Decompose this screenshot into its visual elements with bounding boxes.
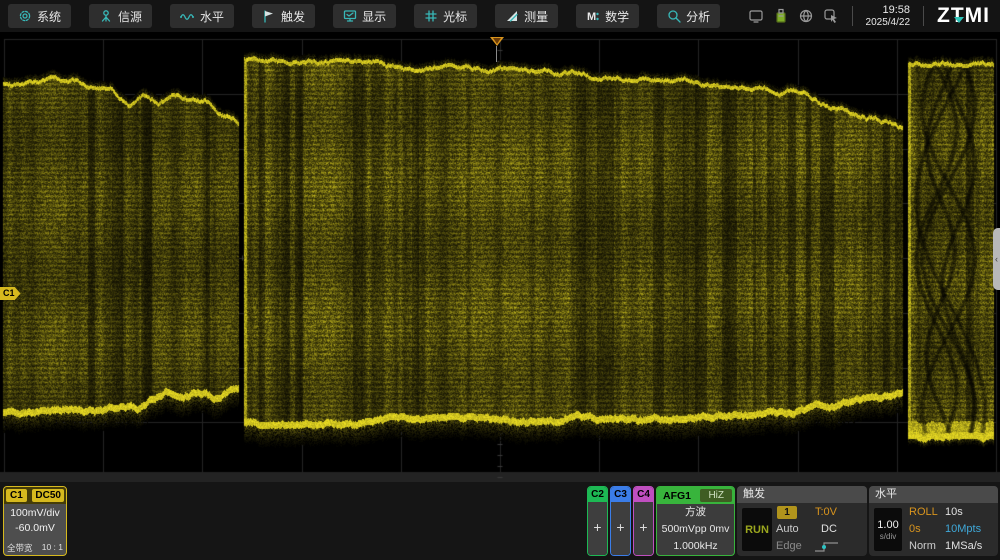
- topbar-divider: [923, 6, 924, 26]
- display-icon: [343, 9, 357, 23]
- trigger-title: 触发: [737, 486, 867, 503]
- menu-measure-button[interactable]: 测量: [495, 4, 558, 28]
- channel1-scale: 100mV/div: [4, 507, 66, 519]
- trigger-box[interactable]: 触发 RUN 1 T:0V Auto DC Edge: [737, 486, 867, 556]
- top-menu-bar: 系统 信源 水平 触发 显示: [0, 0, 1000, 32]
- channel3-box[interactable]: C3 +: [610, 486, 631, 556]
- afg-offset: 0mv: [710, 523, 730, 535]
- screen-status-icon[interactable]: [748, 8, 764, 24]
- svg-text:M: M: [587, 11, 596, 23]
- acquisition-mode: Norm: [909, 540, 936, 552]
- horizontal-scale-unit: s/div: [880, 532, 896, 541]
- menu-source-button[interactable]: 信源: [89, 4, 152, 28]
- channel3-label: C3: [611, 487, 630, 502]
- probe-icon: [99, 9, 113, 23]
- waveform-area: C1 ‹: [0, 32, 1000, 482]
- sample-rate: 1MSa/s: [945, 540, 982, 552]
- oscilloscope-app: 系统 信源 水平 触发 显示: [0, 0, 1000, 560]
- topbar-divider: [852, 6, 853, 26]
- menu-math-button[interactable]: M 数学: [576, 4, 639, 28]
- menu-trigger-button[interactable]: 触发: [252, 4, 315, 28]
- magnifier-icon: [667, 9, 681, 23]
- bottom-status-bar: C1 DC50 100mV/div -60.0mV 全带宽 10 : 1 C2 …: [0, 482, 1000, 560]
- channel1-header: C1 DC50: [4, 487, 66, 504]
- gear-icon: [18, 9, 32, 23]
- menu-label: 数学: [605, 8, 629, 25]
- channel2-box[interactable]: C2 +: [587, 486, 608, 556]
- touch-status-icon[interactable]: [823, 8, 839, 24]
- channel4-label: C4: [634, 487, 653, 502]
- channel1-label: C1: [6, 489, 27, 502]
- horizontal-box[interactable]: 水平 1.00 s/div ROLL 10s 0s 10Mpts Norm 1M…: [869, 486, 998, 556]
- afg-label: AFG1: [657, 490, 700, 502]
- channel4-add-button[interactable]: +: [634, 502, 653, 555]
- afg-amplitude-offset: 500mVpp 0mv: [657, 521, 734, 538]
- menu-analysis-button[interactable]: 分析: [657, 4, 720, 28]
- trigger-level: T:0V: [815, 506, 837, 518]
- menu-label: 测量: [524, 8, 548, 25]
- channel1-coupling-badge: DC50: [32, 489, 64, 502]
- horizontal-range: 10s: [945, 506, 963, 518]
- trigger-edge-icon: [814, 541, 840, 553]
- side-panel-handle[interactable]: ‹: [993, 228, 1000, 290]
- flag-icon: [262, 9, 276, 23]
- menu-label: 显示: [362, 8, 386, 25]
- status-cluster: 19:58 2025/4/22 ZTMI: [748, 4, 990, 28]
- horizontal-mode: ROLL: [909, 506, 938, 518]
- afg-waveform-type: 方波: [657, 504, 734, 521]
- channel1-box[interactable]: C1 DC50 100mV/div -60.0mV 全带宽 10 : 1: [3, 486, 67, 556]
- brand-logo: ZTMI: [937, 4, 990, 28]
- menu-label: 分析: [686, 8, 710, 25]
- memory-depth: 10Mpts: [945, 523, 981, 535]
- date-text: 2025/4/22: [866, 17, 911, 29]
- afg-load-badge: HiZ: [700, 489, 732, 502]
- clock: 19:58 2025/4/22: [866, 4, 911, 28]
- afg-frequency: 1.000kHz: [657, 538, 734, 555]
- channel3-add-button[interactable]: +: [611, 502, 630, 555]
- menu-label: 光标: [443, 8, 467, 25]
- math-icon: M: [586, 9, 600, 23]
- afg-box[interactable]: AFG1 HiZ 方波 500mVpp 0mv 1.000kHz: [656, 486, 735, 556]
- brand-logo-text: ZTMI: [937, 4, 990, 28]
- menu-cursor-button[interactable]: 光标: [414, 4, 477, 28]
- afg-header: AFG1 HiZ: [657, 487, 734, 504]
- measure-icon: [505, 9, 519, 23]
- menu-label: 触发: [281, 8, 305, 25]
- trigger-source-badge[interactable]: 1: [777, 506, 797, 519]
- run-state-button[interactable]: RUN: [742, 508, 772, 551]
- menu-system-button[interactable]: 系统: [8, 4, 71, 28]
- usb-storage-icon[interactable]: [773, 8, 789, 24]
- network-status-icon[interactable]: [798, 8, 814, 24]
- menu-label: 系统: [37, 8, 61, 25]
- menu-label: 水平: [200, 8, 224, 25]
- menu-horizontal-button[interactable]: 水平: [170, 4, 234, 28]
- channel1-footer: 全带宽 10 : 1: [4, 542, 66, 554]
- horizontal-title: 水平: [869, 486, 998, 503]
- cursor-icon: [424, 9, 438, 23]
- channel1-offset: -60.0mV: [4, 522, 66, 534]
- waveform-display[interactable]: [0, 32, 1000, 482]
- channel2-add-button[interactable]: +: [588, 502, 607, 555]
- brand-logo-triangle-icon: [954, 17, 964, 23]
- channel4-box[interactable]: C4 +: [633, 486, 654, 556]
- trigger-coupling: DC: [821, 523, 837, 535]
- channel2-label: C2: [588, 487, 607, 502]
- channel1-bandwidth: 全带宽: [7, 542, 33, 554]
- horizontal-delay: 0s: [909, 523, 921, 535]
- horizontal-scale-value: 1.00: [877, 519, 898, 531]
- menu-label: 信源: [118, 8, 142, 25]
- trigger-position-marker[interactable]: [490, 37, 504, 46]
- trigger-mode: Auto: [776, 523, 799, 535]
- horizontal-body: 1.00 s/div ROLL 10s 0s 10Mpts Norm 1MSa/…: [869, 503, 998, 555]
- trigger-body: RUN 1 T:0V Auto DC Edge: [737, 503, 867, 555]
- menu-display-button[interactable]: 显示: [333, 4, 396, 28]
- wave-icon: [180, 9, 195, 23]
- afg-amplitude: 500mVpp: [662, 523, 707, 535]
- time-text: 19:58: [866, 4, 911, 17]
- trigger-type: Edge: [776, 540, 802, 552]
- horizontal-scale-button[interactable]: 1.00 s/div: [874, 508, 902, 551]
- channel1-probe-ratio: 10 : 1: [42, 542, 63, 554]
